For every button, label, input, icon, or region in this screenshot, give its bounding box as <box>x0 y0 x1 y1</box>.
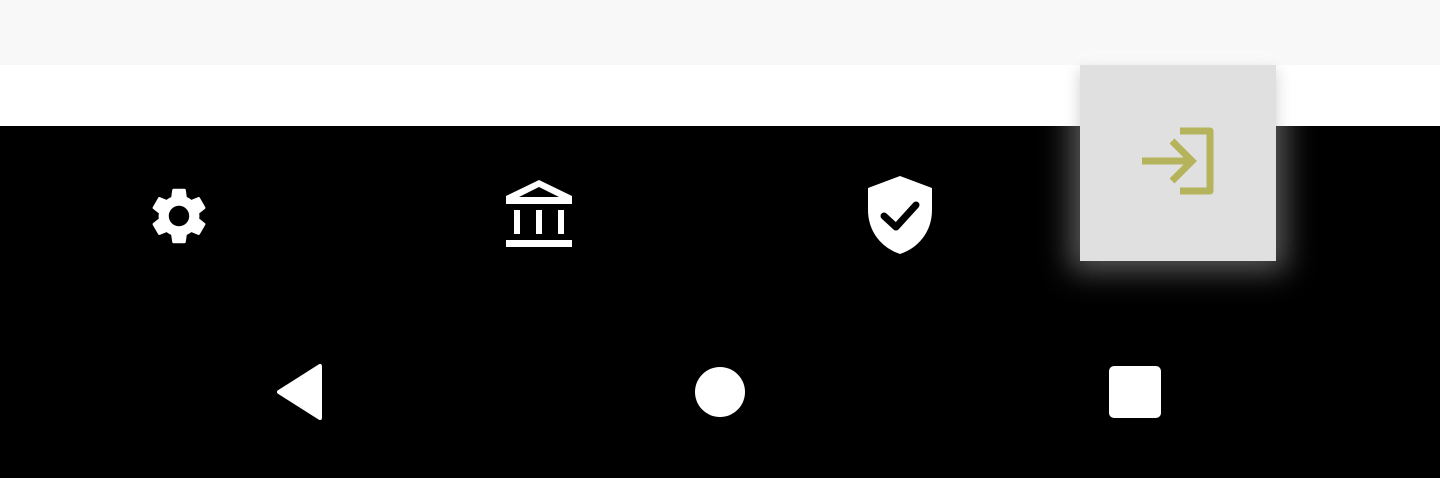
bank-icon <box>504 180 574 252</box>
shield-check-icon <box>866 176 934 256</box>
back-triangle-icon <box>274 363 326 426</box>
gear-icon <box>145 182 213 250</box>
top-app-area <box>0 0 1440 65</box>
login-icon <box>1140 127 1216 200</box>
home-circle-icon <box>694 366 746 423</box>
system-recents-button[interactable] <box>1087 346 1183 442</box>
system-home-button[interactable] <box>672 346 768 442</box>
system-back-button[interactable] <box>252 346 348 442</box>
nav-item-settings[interactable] <box>89 126 269 306</box>
login-button[interactable] <box>1080 65 1276 261</box>
recents-square-icon <box>1108 365 1162 424</box>
system-navigation-bar <box>0 306 1440 478</box>
nav-item-security[interactable] <box>810 126 990 306</box>
nav-item-bank[interactable] <box>449 126 629 306</box>
